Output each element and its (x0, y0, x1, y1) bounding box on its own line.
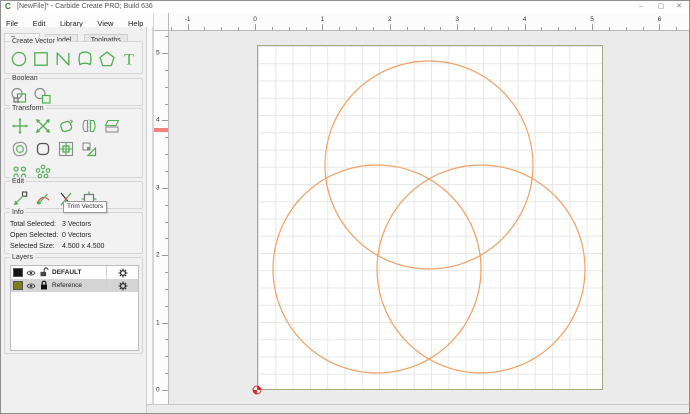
group-create-vector-label: Create Vector (10, 37, 57, 46)
layer-settings-gear-icon[interactable] (106, 279, 138, 292)
tool-panel: Design Model Toolpaths Create Vector T (1, 27, 147, 414)
close-button[interactable]: ✕ (671, 2, 687, 12)
app-icon: C (5, 2, 11, 12)
group-transform-label: Transform (10, 104, 46, 113)
rectangle-tool-icon[interactable] (32, 49, 50, 68)
venn-circles[interactable] (273, 61, 585, 373)
mirror-tool-icon[interactable] (79, 116, 98, 135)
selected-circle-vector[interactable] (325, 61, 533, 269)
layer-color-swatch[interactable] (13, 281, 23, 290)
layer-locked-icon[interactable] (39, 277, 49, 295)
info-selected-size: Selected Size: 4.500 x 4.500 (5, 241, 142, 252)
info-total-selected-value: 3 Vectors (62, 219, 91, 230)
info-open-selected: Open Selected: 0 Vectors (5, 230, 142, 241)
group-info: Info Total Selected: 3 Vectors Open Sele… (4, 212, 143, 254)
group-boolean-label: Boolean (10, 74, 40, 83)
layer-visibility-eye-icon[interactable] (26, 277, 36, 295)
design-canvas[interactable] (169, 31, 690, 404)
minimize-button[interactable]: – (633, 2, 649, 12)
group-edit-label: Edit (10, 177, 26, 186)
vector-svg[interactable] (169, 31, 690, 404)
node-edit-tool-icon[interactable] (10, 189, 29, 208)
group-layers: Layers DEFAULT (4, 257, 143, 354)
group-info-label: Info (10, 208, 26, 217)
circle-tool-icon[interactable] (10, 49, 28, 68)
horizontal-ruler: -10123456 (169, 13, 690, 31)
info-selected-size-value: 4.500 x 4.500 (62, 241, 104, 252)
info-selected-size-label: Selected Size: (10, 241, 62, 252)
info-total-selected: Total Selected: 3 Vectors (5, 219, 142, 230)
boolean-combine-icon[interactable] (10, 86, 29, 105)
info-total-selected-label: Total Selected: (10, 219, 62, 230)
boolean-subtract-icon[interactable] (33, 86, 52, 105)
group-transform: Transform (4, 108, 143, 178)
ruler-cursor-marker (154, 128, 169, 132)
nest-tool-icon[interactable] (79, 139, 98, 158)
layer-name[interactable]: Reference (52, 282, 103, 289)
curve-fit-tool-icon[interactable] (33, 189, 52, 208)
vertical-ruler: 543210 (153, 31, 169, 404)
fillet-tool-icon[interactable] (33, 139, 52, 158)
group-create-vector: Create Vector T (4, 41, 143, 74)
layer-row-reference[interactable]: Reference (11, 279, 138, 292)
circular-array-tool-icon[interactable] (33, 162, 52, 181)
window-title: [NewFile]* - Carbide Create PRO; Build 6… (17, 3, 153, 10)
polygon-tool-icon[interactable] (98, 49, 116, 68)
curve-tool-icon[interactable] (76, 49, 94, 68)
layer-name[interactable]: DEFAULT (52, 269, 103, 276)
offset-tool-icon[interactable] (10, 139, 29, 158)
maximize-button[interactable]: ▢ (653, 2, 669, 12)
title-bar: C [NewFile]* - Carbide Create PRO; Build… (1, 1, 689, 13)
align-tool-icon[interactable] (56, 139, 75, 158)
group-layers-label: Layers (10, 253, 35, 262)
bottom-scrollbar-strip[interactable] (147, 404, 690, 414)
layer-settings-gear-icon[interactable] (106, 266, 138, 279)
svg-text:T: T (124, 51, 134, 68)
origin-marker-icon (253, 386, 261, 394)
app-window: C [NewFile]* - Carbide Create PRO; Build… (0, 0, 690, 414)
text-tool-icon[interactable]: T (120, 49, 138, 68)
trim-vectors-tooltip: Trim Vectors (63, 201, 107, 213)
layer-color-swatch[interactable] (13, 268, 23, 277)
move-tool-icon[interactable] (10, 116, 29, 135)
polyline-tool-icon[interactable] (54, 49, 72, 68)
scale-tool-icon[interactable] (33, 116, 52, 135)
info-open-selected-value: 0 Vectors (62, 230, 91, 241)
layers-list: DEFAULT Reference (10, 265, 139, 351)
rotate-tool-icon[interactable] (56, 116, 75, 135)
group-boolean: Boolean (4, 78, 143, 106)
ruler-corner (153, 13, 169, 31)
info-open-selected-label: Open Selected: (10, 230, 62, 241)
shear-tool-icon[interactable] (102, 116, 121, 135)
